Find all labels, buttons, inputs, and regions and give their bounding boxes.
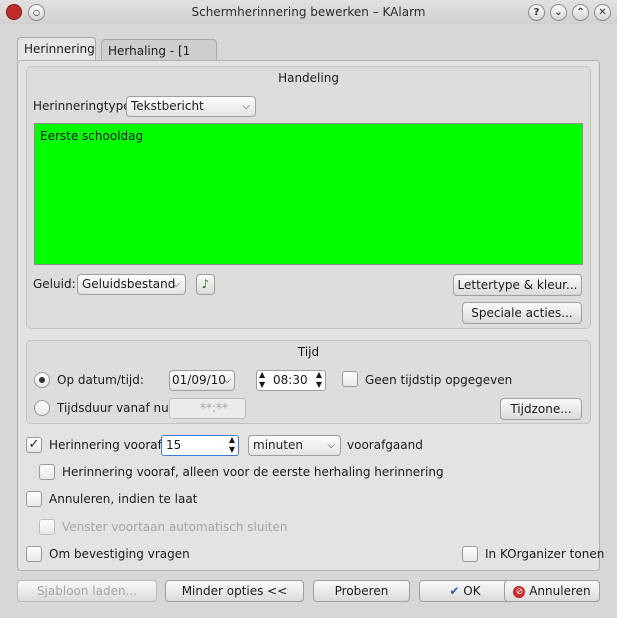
no-time-checkbox[interactable] <box>342 371 358 387</box>
duration-radio[interactable] <box>34 400 50 416</box>
window-title: Schermherinnering bewerken – KAlarm <box>191 5 426 19</box>
action-group-title: Handeling <box>278 71 339 85</box>
confirm-ack-checkbox[interactable] <box>26 546 42 562</box>
reminder-label: Herinnering vooraf: <box>49 438 166 452</box>
close-button[interactable]: ✕ <box>594 4 611 21</box>
maximize-button[interactable]: ⌃ <box>572 4 589 21</box>
tab-herinnering[interactable]: Herinnering <box>17 37 96 61</box>
chevron-down-icon: ⌵ <box>223 375 231 386</box>
load-template-button: Sjabloon laden... <box>17 580 157 602</box>
ok-button[interactable]: ✔ OK <box>419 580 511 602</box>
special-actions-button[interactable]: Speciale acties... <box>462 302 582 324</box>
confirm-ack-label: Om bevestiging vragen <box>49 547 190 561</box>
date-picker[interactable]: 01/09/10 ⌵ <box>169 370 235 391</box>
chevron-down-icon: ⌵ <box>327 440 335 451</box>
auto-close-checkbox <box>39 519 55 535</box>
sound-label: Geluid: <box>33 277 76 291</box>
try-button[interactable]: Proberen <box>313 580 410 602</box>
minimize-button[interactable]: ⌄ <box>550 4 567 21</box>
chevron-down-icon: ⌵ <box>242 101 250 112</box>
font-color-button[interactable]: Lettertype & kleur... <box>453 274 582 296</box>
at-date-label: Op datum/tijd: <box>57 373 144 387</box>
tab-herhaling[interactable]: Herhaling - [1 jaar] <box>101 39 217 80</box>
sound-file-button[interactable]: ♪ <box>196 274 215 295</box>
reminder-suffix: voorafgaand <box>347 438 423 452</box>
cancel-if-late-checkbox[interactable] <box>26 491 42 507</box>
auto-close-label: Venster voortaan automatisch sluiten <box>62 520 288 534</box>
cancel-button[interactable]: ⊘ Annuleren <box>504 580 600 602</box>
cancel-if-late-label: Annuleren, indien te laat <box>49 492 198 506</box>
reminder-unit-select[interactable]: minuten ⌵ <box>248 435 341 456</box>
reminder-spinbox[interactable]: 15 ▲ ▼ <box>161 435 239 456</box>
duration-spinbox: **:** <box>169 398 246 419</box>
reminder-checkbox[interactable]: ✓ <box>26 437 42 453</box>
spin-icon: ▲ ▼ <box>228 435 235 454</box>
first-recurrence-checkbox[interactable] <box>39 464 55 480</box>
message-text: Eerste schooldag <box>40 129 144 143</box>
spin-icon: ▲ ▼ <box>315 370 322 389</box>
spin-icon: ▲ ▼ <box>259 370 266 389</box>
chevron-down-icon: ⌵ <box>172 279 180 290</box>
music-note-icon: ♪ <box>201 277 210 291</box>
cancel-icon: ⊘ <box>513 585 526 598</box>
time-spinbox[interactable]: 08:30 ▲ ▼ ▲ ▼ <box>256 370 326 391</box>
message-text-area[interactable]: Eerste schooldag <box>34 123 583 265</box>
checkmark-icon: ✔ <box>449 584 460 598</box>
help-button[interactable]: ? <box>528 4 545 21</box>
sound-select[interactable]: Geluidsbestand ⌵ <box>77 274 186 295</box>
duration-label: Tijdsduur vanaf nu: <box>57 401 173 415</box>
no-time-label: Geen tijdstip opgegeven <box>365 373 513 387</box>
less-options-button[interactable]: Minder opties << <box>165 580 304 602</box>
korganizer-label: In KOrganizer tonen <box>485 547 605 561</box>
type-select[interactable]: Tekstbericht ⌵ <box>126 96 256 117</box>
korganizer-checkbox[interactable] <box>462 546 478 562</box>
type-label: Herinneringtype: <box>33 99 135 113</box>
at-date-radio[interactable] <box>34 372 50 388</box>
timezone-button[interactable]: Tijdzone... <box>500 398 582 420</box>
time-group-title: Tijd <box>297 345 320 359</box>
first-recurrence-label: Herinnering vooraf, alleen voor de eerst… <box>62 465 444 479</box>
